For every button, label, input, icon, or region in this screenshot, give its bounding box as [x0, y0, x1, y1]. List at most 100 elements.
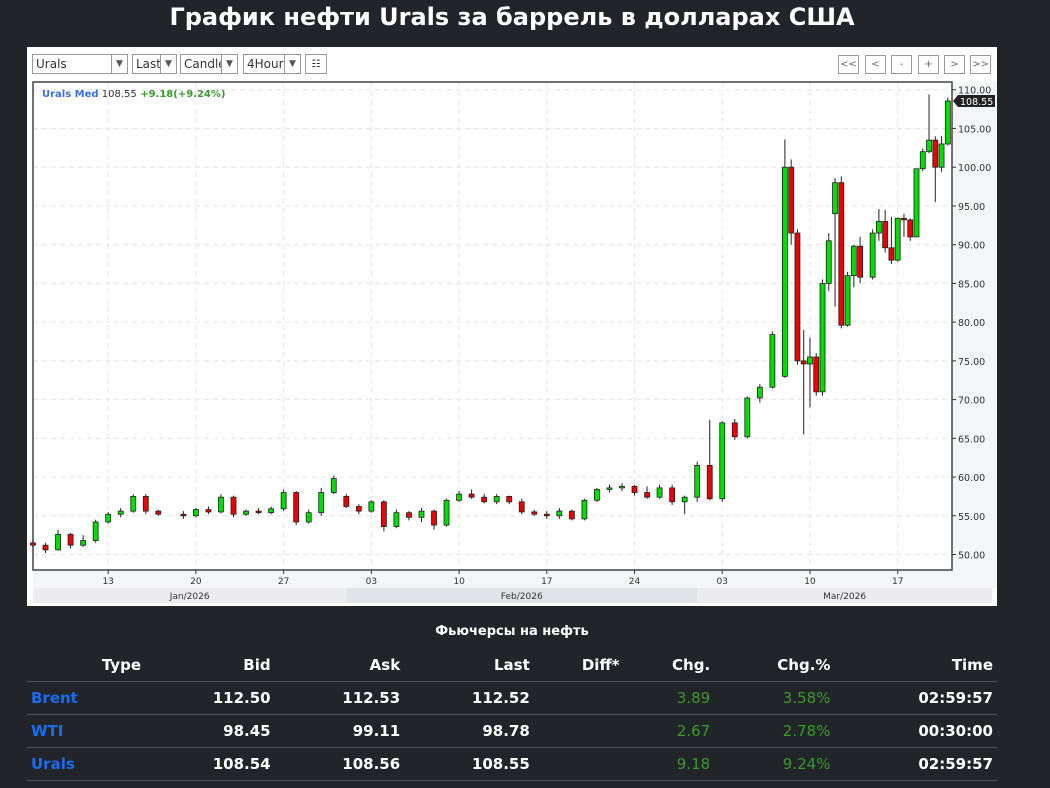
- bid-cell: 98.45: [145, 714, 275, 748]
- candle: [205, 509, 212, 513]
- candle: [882, 221, 889, 249]
- chg-pct-cell: 2.78%: [714, 714, 835, 748]
- candle: [756, 386, 763, 399]
- table-row: Urals 108.54 108.56 108.55 9.18 9.24% 02:59:57: [27, 747, 997, 781]
- candle: [142, 496, 149, 512]
- x-tick-label: 24: [629, 577, 641, 587]
- candle: [932, 139, 939, 168]
- y-tick-label: 80.00: [958, 318, 985, 329]
- chg-cell: 2.67: [623, 714, 715, 748]
- x-tick-label: 03: [717, 577, 728, 587]
- month-label: Feb/2026: [501, 592, 543, 602]
- last-price-label: 108.55: [960, 97, 993, 108]
- y-tick-label: 50.00: [958, 551, 985, 562]
- bid-cell: 112.50: [145, 681, 275, 715]
- ask-cell: 99.11: [274, 714, 405, 748]
- candle: [568, 510, 575, 520]
- candle: [794, 232, 801, 362]
- candle: [42, 544, 49, 551]
- candle: [481, 496, 488, 503]
- x-tick-label: 17: [541, 577, 552, 587]
- time-cell: 02:59:57: [834, 681, 997, 715]
- candle: [769, 334, 776, 388]
- candle: [901, 217, 907, 221]
- candle: [556, 510, 563, 517]
- last-cell: 112.52: [404, 681, 534, 715]
- candle: [631, 485, 638, 493]
- candle: [30, 542, 36, 546]
- candle: [844, 275, 851, 326]
- type-link[interactable]: Brent: [27, 681, 145, 715]
- y-tick-label: 75.00: [958, 357, 985, 368]
- chg-pct-cell: 3.58%: [714, 681, 835, 715]
- candle: [888, 247, 895, 261]
- col-time: Time: [834, 648, 997, 682]
- x-tick-label: 10: [804, 577, 816, 587]
- candle: [819, 282, 826, 393]
- col-chg: Chg.: [623, 648, 715, 682]
- candle: [218, 496, 224, 513]
- candle: [456, 493, 462, 501]
- candle: [825, 240, 832, 284]
- candlestick-chart[interactable]: 50.00 55.00 60.00 65.00 70.00 75.00 80.00 85.00…: [27, 47, 997, 606]
- candle: [813, 356, 820, 393]
- legend-last: 108.55: [99, 89, 137, 100]
- y-tick-label: 55.00: [958, 512, 985, 523]
- candle: [926, 139, 932, 153]
- candle: [938, 143, 945, 168]
- candle: [731, 422, 738, 438]
- y-tick-label: 105.00: [958, 124, 991, 135]
- x-tick-label: 27: [278, 577, 289, 587]
- diff-cell: [533, 714, 624, 748]
- candle: [782, 166, 788, 377]
- candle: [907, 219, 914, 238]
- candle: [869, 232, 876, 278]
- candle: [368, 501, 375, 512]
- x-tick-label: 03: [366, 577, 377, 587]
- futures-table: Type Bid Ask Last Diff* Chg. Chg.% Time …: [27, 648, 997, 781]
- candle: [807, 356, 813, 365]
- page-title: График нефти Urals за баррель в долларах…: [169, 3, 855, 31]
- x-tick-label: 10: [453, 577, 465, 587]
- last-cell: 98.78: [404, 714, 534, 748]
- candle: [80, 540, 87, 546]
- x-tick-label: 20: [190, 577, 202, 587]
- candle: [293, 492, 300, 523]
- candle: [468, 493, 475, 498]
- last-cell: 108.55: [404, 747, 534, 781]
- x-tick-label: 13: [102, 577, 113, 587]
- candle: [606, 487, 613, 490]
- candle: [155, 510, 162, 515]
- month-label: Jan/2026: [169, 592, 210, 602]
- chg-pct-cell: 9.24%: [714, 747, 835, 781]
- candle: [280, 492, 287, 510]
- candle: [894, 217, 901, 261]
- candle: [380, 501, 387, 528]
- candle: [913, 168, 920, 238]
- candle: [406, 512, 412, 518]
- candle: [343, 496, 350, 507]
- type-link[interactable]: WTI: [27, 714, 145, 748]
- candle: [268, 508, 275, 514]
- chg-cell: 9.18: [623, 747, 715, 781]
- candle: [230, 496, 237, 515]
- candle: [669, 487, 676, 503]
- candle: [105, 513, 112, 523]
- candle: [694, 465, 701, 498]
- futures-heading: Фьючерсы на нефть: [435, 624, 589, 639]
- candle: [800, 360, 807, 365]
- candle: [355, 506, 362, 512]
- col-last: Last: [404, 648, 534, 682]
- y-tick-label: 95.00: [958, 202, 985, 213]
- candle: [518, 501, 525, 513]
- legend-name: Urals Med: [42, 89, 99, 100]
- candle: [117, 510, 124, 515]
- candle: [919, 151, 926, 170]
- candle: [180, 513, 187, 517]
- col-diff: Diff*: [533, 648, 624, 682]
- table-row: Brent 112.50 112.53 112.52 3.89 3.58% 02:59:57: [27, 681, 997, 715]
- diff-cell: [533, 747, 624, 781]
- type-link[interactable]: Urals: [27, 747, 145, 781]
- candle: [193, 509, 199, 517]
- candle: [850, 245, 857, 277]
